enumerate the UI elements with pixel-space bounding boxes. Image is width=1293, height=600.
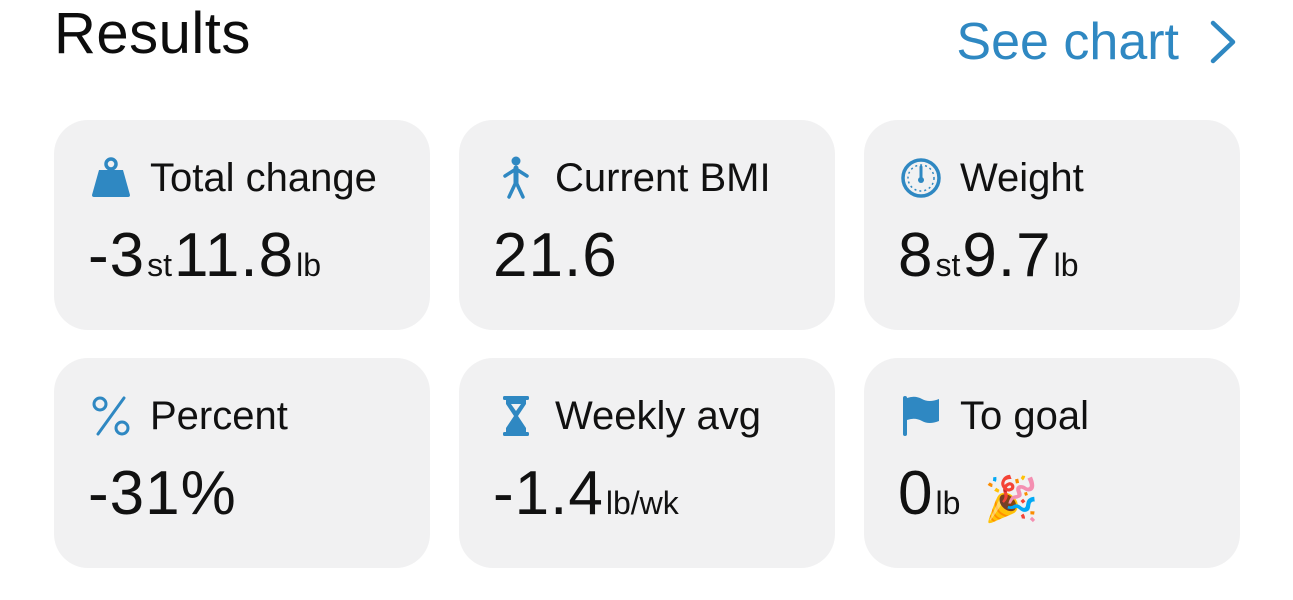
party-popper-icon: 🎉 bbox=[984, 475, 1040, 524]
weekly-avg-card[interactable]: Weekly avg -1.4 lb/wk bbox=[459, 358, 835, 568]
card-label: Percent bbox=[150, 393, 288, 438]
weight-card[interactable]: Weight 8 st 9.7 lb bbox=[864, 120, 1240, 330]
unit-stones: st bbox=[935, 247, 961, 283]
value-weekly: -1.4 bbox=[493, 459, 604, 528]
hourglass-icon bbox=[493, 393, 539, 439]
page-title: Results bbox=[54, 1, 251, 66]
weekly-avg-value: -1.4 lb/wk bbox=[493, 458, 681, 529]
chevron-right-icon bbox=[1210, 20, 1236, 64]
results-header: Results See chart bbox=[0, 0, 1293, 100]
to-goal-value: 0 lb 🎉 bbox=[898, 458, 1039, 529]
value-bmi: 21.6 bbox=[493, 221, 618, 290]
value-goal: 0 bbox=[898, 459, 934, 528]
unit-pounds: lb bbox=[1053, 247, 1079, 283]
unit-pounds: lb bbox=[296, 247, 322, 283]
value-percent: -31% bbox=[88, 459, 237, 528]
weight-value: 8 st 9.7 lb bbox=[898, 220, 1080, 291]
value-pounds: 9.7 bbox=[962, 221, 1052, 290]
current-bmi-value: 21.6 bbox=[493, 220, 618, 291]
value-stones: 8 bbox=[898, 221, 934, 290]
card-label: Weight bbox=[960, 155, 1084, 200]
results-grid: Total change -3 st 11.8 lb Current BMI 2… bbox=[54, 120, 1240, 568]
unit-stones: st bbox=[147, 247, 173, 283]
unit-goal: lb bbox=[935, 485, 961, 521]
flag-icon bbox=[898, 393, 944, 439]
card-header: Percent bbox=[88, 392, 288, 440]
card-label: Weekly avg bbox=[555, 393, 762, 438]
card-label: Total change bbox=[150, 155, 377, 200]
card-header: Current BMI bbox=[493, 154, 771, 202]
current-bmi-card[interactable]: Current BMI 21.6 bbox=[459, 120, 835, 330]
percent-card[interactable]: Percent -31% bbox=[54, 358, 430, 568]
card-header: Weight bbox=[898, 154, 1084, 202]
card-label: To goal bbox=[960, 393, 1089, 438]
value-stones: -3 bbox=[88, 221, 146, 290]
value-pounds: 11.8 bbox=[174, 221, 295, 290]
card-header: Total change bbox=[88, 154, 377, 202]
total-change-card[interactable]: Total change -3 st 11.8 lb bbox=[54, 120, 430, 330]
percent-value: -31% bbox=[88, 458, 237, 529]
percent-icon bbox=[88, 393, 134, 439]
card-header: To goal bbox=[898, 392, 1089, 440]
total-change-value: -3 st 11.8 lb bbox=[88, 220, 323, 291]
to-goal-card[interactable]: To goal 0 lb 🎉 bbox=[864, 358, 1240, 568]
person-icon bbox=[493, 155, 539, 201]
card-header: Weekly avg bbox=[493, 392, 761, 440]
card-label: Current BMI bbox=[555, 155, 771, 200]
gauge-icon bbox=[898, 155, 944, 201]
see-chart-link[interactable]: See chart bbox=[956, 12, 1237, 72]
see-chart-label: See chart bbox=[956, 13, 1179, 71]
unit-weekly: lb/wk bbox=[605, 485, 679, 521]
weight-kettlebell-icon bbox=[88, 155, 134, 201]
